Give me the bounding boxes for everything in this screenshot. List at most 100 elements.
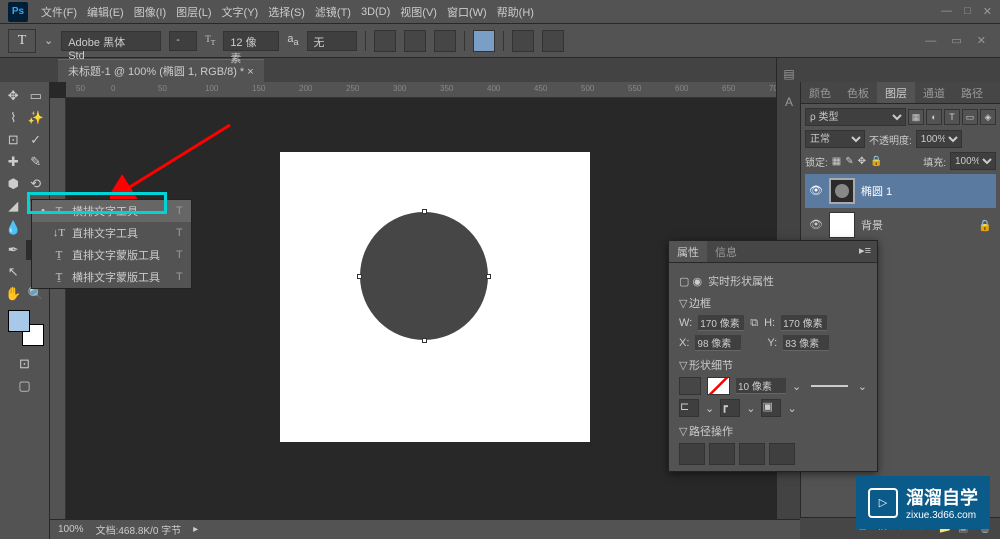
link-wh-icon[interactable]: ⧉ <box>750 317 758 330</box>
align-left-button[interactable] <box>374 30 396 52</box>
menu-text[interactable]: 文字(Y) <box>217 4 264 20</box>
menu-layer[interactable]: 图层(L) <box>171 4 216 20</box>
flyout-horizontal-mask-text[interactable]: T̤ 横排文字蒙版工具 T <box>32 266 191 288</box>
tool-blur[interactable]: 💧 <box>3 218 23 238</box>
tool-hand[interactable]: ✋ <box>3 284 23 304</box>
layer-visibility-icon[interactable]: 👁 <box>809 218 823 232</box>
filter-adjust-icon[interactable]: ◐ <box>926 109 942 125</box>
align-dropdown-icon[interactable]: ⌄ <box>787 402 796 415</box>
width-input[interactable] <box>698 315 744 331</box>
path-exclude-button[interactable] <box>769 443 795 465</box>
layer-thumbnail[interactable] <box>829 178 855 204</box>
doc-info[interactable]: 文档:468.8K/0 字节 <box>96 522 182 537</box>
layer-visibility-icon[interactable]: 👁 <box>809 184 823 198</box>
blend-mode-select[interactable]: 正常 <box>805 130 865 148</box>
layer-name[interactable]: 背景 <box>861 217 883 233</box>
tab-color[interactable]: 颜色 <box>801 82 839 103</box>
pathops-section-label[interactable]: 路径操作 <box>689 426 733 438</box>
ruler-horizontal[interactable]: 50 0 50 100 150 200 250 300 350 400 450 … <box>66 82 800 98</box>
layer-filter-select[interactable]: ρ 类型 <box>805 108 906 126</box>
stroke-dropdown-icon[interactable]: ⌄ <box>792 380 801 393</box>
fill-select[interactable]: 100% <box>950 152 996 170</box>
menu-filter[interactable]: 滤镜(T) <box>310 4 356 20</box>
menu-help[interactable]: 帮助(H) <box>492 4 539 20</box>
align-style-button[interactable]: ▣ <box>761 399 781 417</box>
layer-row[interactable]: 👁 背景 🔒 <box>805 208 996 242</box>
cap-dropdown-icon[interactable]: ⌄ <box>705 402 714 415</box>
color-picker[interactable] <box>8 310 44 346</box>
tool-brush[interactable]: ✎ <box>26 152 46 172</box>
char-panel-button[interactable] <box>542 30 564 52</box>
stroke-width-input[interactable] <box>736 378 786 394</box>
menu-window[interactable]: 窗口(W) <box>442 4 492 20</box>
layer-row[interactable]: 👁 椭圆 1 <box>805 174 996 208</box>
ruler-vertical[interactable] <box>50 98 66 539</box>
border-section-label[interactable]: 边框 <box>689 298 711 310</box>
tool-path-select[interactable]: ↖ <box>3 262 23 282</box>
close-icon[interactable]: ✕ <box>983 5 992 18</box>
cap-style-button[interactable]: ⊏ <box>679 399 699 417</box>
lock-all-icon[interactable]: 🔒 <box>870 156 882 167</box>
inner-restore-icon[interactable]: ▭ <box>951 35 961 47</box>
detail-section-label[interactable]: 形状细节 <box>689 360 733 372</box>
tab-swatches[interactable]: 色板 <box>839 82 877 103</box>
active-tool-icon[interactable]: T <box>8 29 36 53</box>
tool-stamp[interactable]: ⬢ <box>3 174 23 194</box>
properties-panel[interactable]: 属性 信息 ▸≡ ▢ ◉ 实时形状属性 ▽边框 W: ⧉ H: X: Y: ▽形… <box>668 240 878 472</box>
tool-move[interactable]: ✥ <box>3 86 23 106</box>
filter-pixel-icon[interactable]: ▦ <box>908 109 924 125</box>
lock-pos-icon[interactable]: ✥ <box>858 156 866 167</box>
tool-pen[interactable]: ✒ <box>3 240 23 260</box>
canvas[interactable] <box>280 152 590 442</box>
height-input[interactable] <box>781 315 827 331</box>
menu-file[interactable]: 文件(F) <box>36 4 82 20</box>
tab-close-icon[interactable]: × <box>247 66 253 78</box>
path-combine-button[interactable] <box>679 443 705 465</box>
inner-minimize-icon[interactable]: — <box>925 35 936 47</box>
menu-edit[interactable]: 编辑(E) <box>82 4 129 20</box>
layer-name[interactable]: 椭圆 1 <box>861 183 892 199</box>
char-panel-icon[interactable]: A <box>777 90 801 114</box>
tool-eyedropper[interactable]: ✓ <box>26 130 46 150</box>
lock-trans-icon[interactable]: ▦ <box>832 156 841 167</box>
flyout-horizontal-text[interactable]: • T 横排文字工具 T <box>32 200 191 222</box>
antialias-select[interactable]: 无 <box>307 31 357 51</box>
minimize-icon[interactable]: — <box>941 5 952 18</box>
corner-style-button[interactable]: ┏ <box>720 399 740 417</box>
menu-view[interactable]: 视图(V) <box>395 4 442 20</box>
history-panel-icon[interactable]: ▤ <box>777 62 801 86</box>
path-intersect-button[interactable] <box>739 443 765 465</box>
menu-3d[interactable]: 3D(D) <box>356 6 395 18</box>
filter-type-icon[interactable]: T <box>944 109 960 125</box>
flyout-vertical-text[interactable]: ↓T 直排文字工具 T <box>32 222 191 244</box>
text-color-button[interactable] <box>473 30 495 52</box>
font-family-select[interactable]: Adobe 黑体 Std <box>61 31 161 51</box>
tool-preset-icon[interactable]: ⌄ <box>44 34 53 47</box>
panel-menu-icon[interactable]: ▸≡ <box>853 241 877 262</box>
stroke-swatch[interactable] <box>707 377 729 395</box>
lock-paint-icon[interactable]: ✎ <box>845 156 853 167</box>
x-input[interactable] <box>695 335 741 351</box>
filter-shape-icon[interactable]: ▭ <box>962 109 978 125</box>
corner-dropdown-icon[interactable]: ⌄ <box>746 402 755 415</box>
stroke-style-preview[interactable] <box>811 385 848 387</box>
maximize-icon[interactable]: □ <box>964 5 971 18</box>
tool-marquee[interactable]: ▭ <box>26 86 46 106</box>
tool-crop[interactable]: ⊡ <box>3 130 23 150</box>
tab-paths[interactable]: 路径 <box>953 82 991 103</box>
flyout-vertical-mask-text[interactable]: T̤ 直排文字蒙版工具 T <box>32 244 191 266</box>
tool-heal[interactable]: ✚ <box>3 152 23 172</box>
opacity-select[interactable]: 100% <box>916 130 962 148</box>
ellipse-shape[interactable] <box>360 212 488 340</box>
menu-select[interactable]: 选择(S) <box>263 4 310 20</box>
fill-swatch[interactable] <box>679 377 701 395</box>
tab-layers[interactable]: 图层 <box>877 82 915 103</box>
font-size-select[interactable]: 12 像素 <box>223 31 279 51</box>
filter-smart-icon[interactable]: ◈ <box>980 109 996 125</box>
tab-channels[interactable]: 通道 <box>915 82 953 103</box>
inner-close-icon[interactable]: ✕ <box>977 35 986 47</box>
layer-thumbnail[interactable] <box>829 212 855 238</box>
align-right-button[interactable] <box>434 30 456 52</box>
stroke-style-dropdown-icon[interactable]: ⌄ <box>858 380 867 393</box>
foreground-color[interactable] <box>8 310 30 332</box>
